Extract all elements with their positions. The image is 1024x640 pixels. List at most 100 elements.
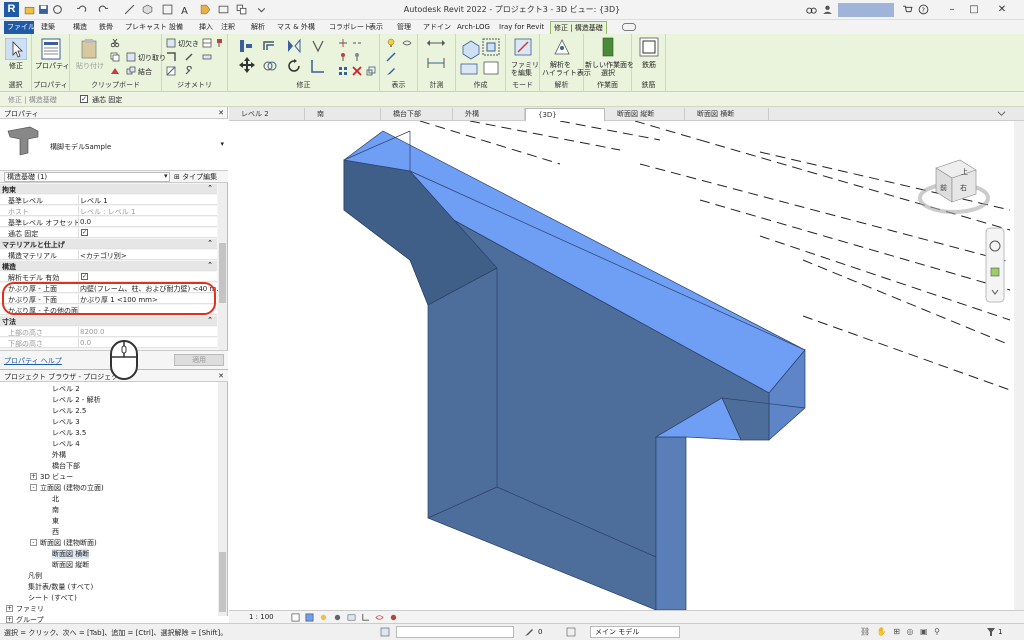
temp-hide-icon[interactable] — [375, 613, 384, 622]
override-icon[interactable] — [386, 52, 396, 62]
demolish-icon[interactable] — [184, 52, 194, 62]
ribbon-tab[interactable]: 建築 — [38, 21, 58, 34]
join-icon[interactable] — [126, 66, 136, 76]
copy-element-icon[interactable] — [262, 58, 278, 74]
ribbon-tab[interactable]: 設備 — [166, 21, 186, 34]
drawing-canvas[interactable]: 上 前 右 — [229, 121, 1014, 610]
browser-item[interactable]: 凡例 — [28, 571, 42, 581]
split-icon[interactable] — [338, 38, 348, 48]
browser-item[interactable]: 橋台下部 — [52, 461, 80, 471]
edit-family-icon[interactable] — [512, 36, 534, 58]
browser-item[interactable]: レベル 3 — [52, 417, 80, 427]
close-icon[interactable]: ✕ — [994, 2, 1010, 18]
paste-icon[interactable] — [78, 38, 100, 60]
scale-icon[interactable] — [366, 66, 376, 76]
create-similar-icon[interactable] — [482, 60, 500, 76]
editability-icon[interactable] — [524, 627, 534, 637]
copy-icon[interactable] — [110, 52, 120, 62]
user-icon[interactable] — [822, 4, 833, 15]
browser-item[interactable]: レベル 2 — [52, 384, 80, 394]
close-browser-icon[interactable]: ✕ — [218, 372, 224, 380]
browser-item[interactable]: 東 — [52, 516, 59, 526]
cart-icon[interactable] — [902, 4, 913, 15]
joint-checkbox[interactable]: ✓ — [80, 95, 88, 103]
create-group-icon[interactable] — [482, 38, 500, 56]
ribbon-tab[interactable]: 表示 — [366, 21, 386, 34]
shadows-icon[interactable] — [333, 613, 342, 622]
view-tab[interactable]: 外構 — [453, 108, 525, 121]
dimension-icon[interactable] — [426, 56, 446, 70]
property-row[interactable]: 上部の高さ 8200.0 — [0, 327, 217, 337]
unpin-icon[interactable] — [352, 52, 362, 62]
render-icon[interactable] — [347, 613, 356, 622]
view-tab[interactable]: 橋台下部 — [381, 108, 453, 121]
ribbon-tab[interactable]: Arch-LOG — [454, 21, 493, 34]
ribbon-tab[interactable]: 構造 — [70, 21, 90, 34]
rebar-icon[interactable] — [638, 36, 660, 58]
instance-filter-select[interactable]: 構造基礎 (1) — [4, 172, 170, 182]
filter-icon[interactable] — [986, 627, 996, 637]
sun-path-icon[interactable] — [319, 613, 328, 622]
properties-help-link[interactable]: プロパティ ヘルプ — [4, 356, 62, 366]
visual-style-icon[interactable] — [305, 613, 314, 622]
selection-filter-icons[interactable]: ⛓ ✋ ⊞ ◎ ▣ ⚲ — [860, 627, 980, 637]
close-properties-icon[interactable]: ✕ — [218, 109, 224, 117]
workset-icon[interactable] — [380, 627, 390, 637]
browser-item[interactable]: 立面図 (建物の立面) — [40, 483, 104, 493]
browser-item[interactable]: レベル 4 — [52, 439, 80, 449]
paint-icon[interactable] — [214, 38, 224, 48]
ribbon-tab[interactable]: 挿入 — [196, 21, 216, 34]
linework-icon[interactable] — [166, 66, 176, 76]
rotate-icon[interactable] — [286, 58, 302, 74]
cursor-icon[interactable] — [5, 38, 27, 60]
pin-icon[interactable] — [338, 52, 348, 62]
browser-item[interactable]: レベル 2 - 解析 — [52, 395, 101, 405]
align-icon[interactable] — [238, 38, 254, 54]
cope-icon[interactable] — [166, 38, 176, 48]
browser-scrollbar[interactable] — [218, 382, 227, 616]
wall-joins-icon[interactable] — [166, 52, 176, 62]
collapse-icon[interactable]: ⌃ — [207, 184, 213, 192]
browser-item[interactable]: レベル 3.5 — [52, 428, 86, 438]
cutout-label[interactable]: 切欠き — [178, 39, 199, 49]
measure-between-icon[interactable] — [426, 38, 446, 48]
tree-expander-icon[interactable]: - — [30, 539, 37, 546]
hide-icon[interactable] — [402, 38, 412, 48]
reveal-hidden-icon[interactable] — [389, 613, 398, 622]
tree-expander-icon[interactable]: - — [30, 484, 37, 491]
tab-list-icon[interactable] — [997, 109, 1006, 118]
design-option-select[interactable]: メイン モデル — [590, 626, 680, 638]
browser-item[interactable]: 断面図 (建物断面) — [40, 538, 97, 548]
pick-workplane-icon[interactable] — [597, 36, 619, 58]
property-checkbox[interactable]: ✓ — [81, 229, 88, 236]
account-search-box[interactable] — [838, 3, 894, 17]
split-gap-icon[interactable] — [352, 38, 362, 48]
browser-item[interactable]: 3D ビュー — [40, 472, 73, 482]
binoculars-icon[interactable] — [806, 4, 817, 15]
browser-item[interactable]: シート (すべて) — [28, 593, 77, 603]
trim-icon[interactable] — [310, 58, 326, 74]
delete-icon[interactable] — [352, 66, 362, 76]
browser-item[interactable]: 断面図 横断 — [52, 549, 90, 559]
ribbon-tab[interactable]: 鉄骨 — [96, 21, 116, 34]
array-icon[interactable] — [338, 66, 348, 76]
view-tab[interactable]: {3D} — [525, 108, 605, 121]
maximize-icon[interactable]: □ — [966, 2, 982, 18]
properties-icon[interactable] — [40, 38, 62, 60]
property-row[interactable]: 通芯 固定 ✓ — [0, 228, 217, 238]
browser-item[interactable]: レベル 2.5 — [52, 406, 86, 416]
browser-item[interactable]: 西 — [52, 527, 59, 537]
ribbon-tab[interactable]: 注釈 — [218, 21, 238, 34]
view-tab[interactable]: 断面図 横断 — [685, 108, 769, 121]
offset-icon[interactable] — [262, 38, 278, 54]
create-assembly-icon[interactable] — [460, 60, 478, 76]
split-face-icon[interactable] — [202, 38, 212, 48]
property-row[interactable]: 基準レベル レベル 1 — [0, 195, 217, 205]
tree-expander-icon[interactable]: + — [6, 605, 13, 612]
join-label[interactable]: 結合 — [138, 67, 152, 77]
tree-expander-icon[interactable]: + — [6, 616, 13, 623]
ribbon-tab[interactable]: プレキャスト — [122, 21, 170, 34]
type-dropdown-icon[interactable]: ▾ — [220, 140, 224, 148]
design-options-icon[interactable] — [566, 627, 576, 637]
apply-button[interactable]: 適用 — [174, 354, 224, 366]
